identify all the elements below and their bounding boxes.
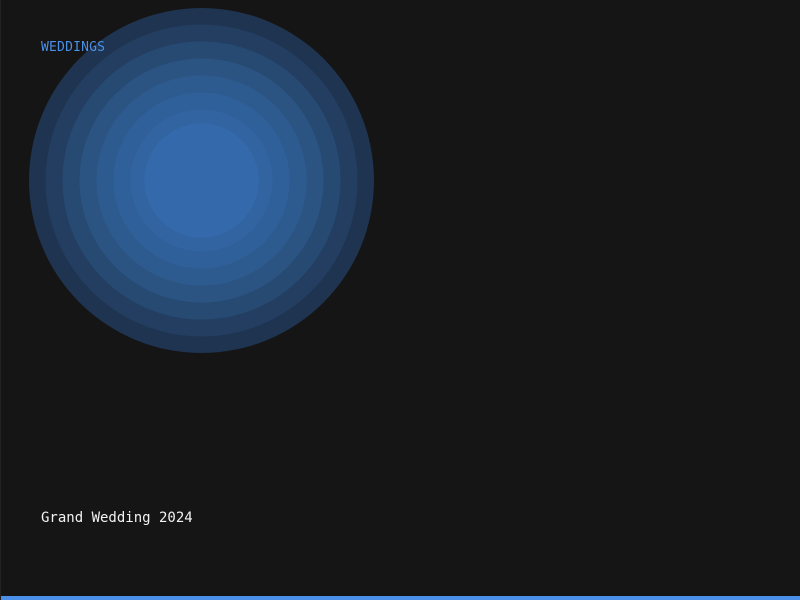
accent-bottom-bar	[1, 596, 800, 600]
glow-rings-graphic	[29, 8, 374, 353]
event-card-screen: WEDDINGS Grand Wedding 2024	[0, 0, 800, 600]
category-label: WEDDINGS	[41, 40, 106, 55]
glow-ring-8	[144, 123, 259, 238]
event-title: Grand Wedding 2024	[41, 510, 193, 526]
decorative-glow-circle	[29, 8, 374, 353]
